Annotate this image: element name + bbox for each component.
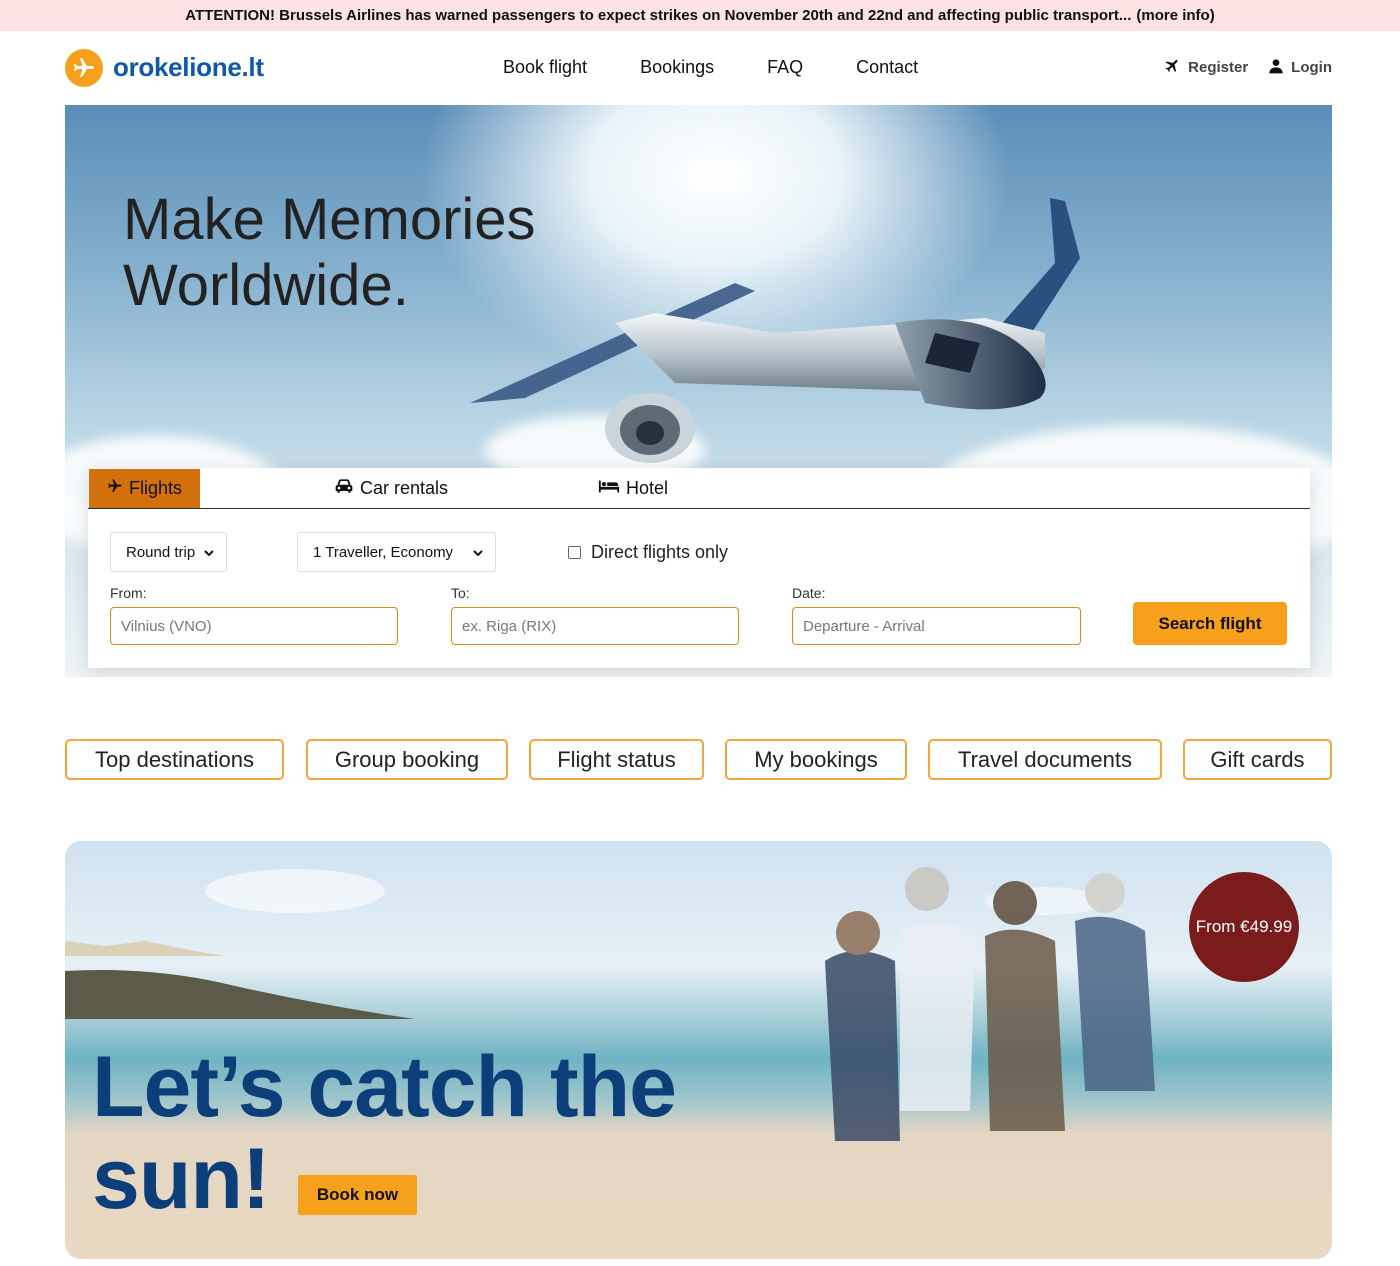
register-link[interactable]: Register bbox=[1164, 57, 1248, 78]
direct-flights-label: Direct flights only bbox=[591, 541, 729, 562]
alert-banner: ATTENTION! Brussels Airlines has warned … bbox=[0, 0, 1400, 31]
chevron-down-icon bbox=[473, 544, 483, 561]
direct-flights-checkbox[interactable] bbox=[568, 545, 581, 559]
date-input[interactable]: Departure - Arrival bbox=[792, 607, 1081, 645]
from-input[interactable]: Vilnius (VNO) bbox=[110, 607, 398, 645]
quick-link-my-bookings[interactable]: My bookings bbox=[725, 739, 907, 780]
hero-title-line-1: Make Memories bbox=[123, 187, 536, 252]
tab-car-rentals-label: Car rentals bbox=[360, 477, 449, 498]
airplane-illustration bbox=[470, 198, 1080, 463]
user-icon bbox=[1268, 58, 1284, 78]
alert-text: ATTENTION! Brussels Airlines has warned … bbox=[185, 7, 1132, 24]
search-tabs: Flights Car rentals Hotel bbox=[88, 468, 1310, 509]
nav-book-flight[interactable]: Book flight bbox=[503, 57, 587, 78]
trip-type-select[interactable]: Round trip bbox=[110, 532, 227, 572]
book-now-button[interactable]: Book now bbox=[298, 1175, 417, 1215]
hero-banner: Make Memories Worldwide. Flights Car ren… bbox=[65, 105, 1332, 677]
plane-icon bbox=[1164, 57, 1181, 78]
chevron-down-icon bbox=[204, 544, 214, 561]
register-label: Register bbox=[1188, 59, 1249, 76]
search-widget: Flights Car rentals Hotel Round trip 1 T… bbox=[88, 468, 1310, 668]
to-label: To: bbox=[451, 585, 470, 601]
auth-links: Register Login bbox=[1164, 31, 1332, 104]
logo-text: orokelione.lt bbox=[113, 52, 264, 82]
search-flight-button[interactable]: Search flight bbox=[1133, 602, 1287, 645]
promo-banner: From €49.99 Let’s catch the sun! Book no… bbox=[65, 841, 1332, 1259]
quick-link-top-destinations[interactable]: Top destinations bbox=[65, 739, 284, 780]
logo[interactable]: orokelione.lt bbox=[65, 48, 264, 87]
site-header: orokelione.lt Book flight Bookings FAQ C… bbox=[65, 31, 1332, 104]
quick-link-group-booking[interactable]: Group booking bbox=[306, 739, 508, 780]
nav-faq[interactable]: FAQ bbox=[767, 57, 803, 78]
more-info-link[interactable]: (more info) bbox=[1136, 7, 1214, 24]
plane-icon bbox=[107, 478, 123, 499]
nav-contact[interactable]: Contact bbox=[856, 57, 918, 78]
search-options-row: Round trip 1 Traveller, Economy Direct f… bbox=[110, 532, 728, 572]
tab-hotel-label: Hotel bbox=[626, 477, 669, 498]
hero-title-line-2: Worldwide. bbox=[123, 253, 409, 318]
price-badge: From €49.99 bbox=[1189, 872, 1299, 982]
bed-icon bbox=[598, 478, 620, 499]
airplane-logo-icon bbox=[65, 48, 103, 87]
quick-link-travel-documents[interactable]: Travel documents bbox=[928, 739, 1162, 780]
promo-title-line-1: Let’s catch the bbox=[92, 1039, 677, 1135]
quick-link-gift-cards[interactable]: Gift cards bbox=[1183, 739, 1332, 780]
date-label: Date: bbox=[792, 585, 826, 601]
to-input[interactable]: ex. Riga (RIX) bbox=[451, 607, 739, 645]
from-label: From: bbox=[110, 585, 147, 601]
tab-car-rentals[interactable]: Car rentals bbox=[334, 468, 448, 508]
direct-flights-option[interactable]: Direct flights only bbox=[568, 542, 728, 563]
login-label: Login bbox=[1291, 59, 1332, 76]
hero-title: Make Memories Worldwide. bbox=[123, 187, 536, 319]
travellers-value: 1 Traveller, Economy bbox=[313, 543, 454, 561]
travellers-select[interactable]: 1 Traveller, Economy bbox=[297, 532, 496, 572]
quick-link-flight-status[interactable]: Flight status bbox=[529, 739, 704, 780]
login-link[interactable]: Login bbox=[1268, 58, 1332, 78]
tab-hotel[interactable]: Hotel bbox=[598, 468, 668, 508]
tab-flights[interactable]: Flights bbox=[89, 469, 201, 508]
trip-type-value: Round trip bbox=[126, 543, 196, 561]
car-icon bbox=[334, 477, 354, 500]
nav-bookings[interactable]: Bookings bbox=[640, 57, 714, 78]
tab-flights-label: Flights bbox=[129, 478, 183, 498]
main-nav: Book flight Bookings FAQ Contact bbox=[503, 31, 918, 104]
